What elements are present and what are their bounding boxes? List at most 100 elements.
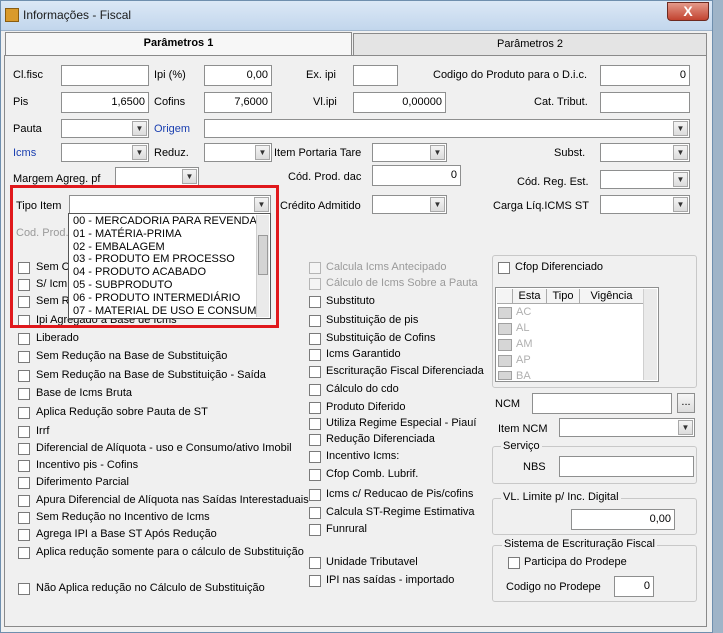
pis-label: Pis	[13, 96, 29, 108]
checkbox[interactable]	[309, 557, 321, 569]
checkbox[interactable]	[18, 333, 30, 345]
grid-corner	[497, 289, 513, 304]
checkbox[interactable]	[18, 407, 30, 419]
checkbox[interactable]	[18, 443, 30, 455]
codregest-label: Cód. Reg. Est.	[517, 176, 589, 188]
row-selector[interactable]	[498, 339, 512, 351]
grid-cell-state[interactable]: BA	[516, 370, 531, 382]
pis-input[interactable]: 1,6500	[61, 92, 149, 113]
checkbox[interactable]	[309, 384, 321, 396]
ipi-input[interactable]: 0,00	[204, 65, 272, 86]
checkbox[interactable]	[309, 507, 321, 519]
cattribut-input[interactable]	[600, 92, 690, 113]
nbs-input[interactable]	[559, 456, 694, 477]
ncm-label: NCM	[495, 398, 521, 410]
vlipi-input[interactable]: 0,00000	[353, 92, 446, 113]
grid-cell-state[interactable]: AP	[516, 354, 531, 366]
checkbox[interactable]	[309, 315, 321, 327]
margem-select[interactable]: ▼	[115, 167, 199, 186]
codigo-prodepe-label: Codigo no Prodepe	[506, 581, 601, 593]
checkbox-label: Icms Garantido	[326, 348, 401, 360]
checkbox[interactable]	[309, 434, 321, 446]
checkbox[interactable]	[309, 333, 321, 345]
ncm-input[interactable]	[532, 393, 672, 414]
prodepe-label: Participa do Prodepe	[524, 556, 627, 568]
cfop-checkbox[interactable]	[498, 262, 510, 274]
checkbox[interactable]	[309, 418, 321, 430]
codprod-dic-input[interactable]: 0	[600, 65, 690, 86]
pauta-select[interactable]: ▼	[61, 119, 149, 138]
credito-select[interactable]: ▼	[372, 195, 447, 214]
app-icon	[5, 8, 19, 22]
checkbox[interactable]	[18, 370, 30, 382]
checkbox-label: Escrituração Fiscal Diferenciada	[326, 365, 484, 377]
checkbox	[309, 278, 321, 290]
ncm-browse-button[interactable]: ...	[677, 393, 695, 413]
tab-parametros-1[interactable]: Parâmetros 1	[5, 32, 352, 56]
subst-select[interactable]: ▼	[600, 143, 690, 162]
checkbox[interactable]	[18, 583, 30, 595]
exipi-label: Ex. ipi	[306, 69, 336, 81]
cargaliq-select[interactable]: ▼	[600, 195, 690, 214]
checkbox[interactable]	[18, 495, 30, 507]
checkbox[interactable]	[18, 547, 30, 559]
checkbox[interactable]	[18, 512, 30, 524]
origem-select[interactable]: ▼	[204, 119, 690, 138]
origem-label[interactable]: Origem	[154, 123, 190, 135]
checkbox[interactable]	[18, 460, 30, 472]
exipi-input[interactable]	[353, 65, 398, 86]
checkbox[interactable]	[18, 529, 30, 541]
clfisc-input[interactable]	[61, 65, 149, 86]
close-button[interactable]: X	[667, 2, 709, 21]
codregest-select[interactable]: ▼	[600, 170, 690, 189]
checkbox-label: Liberado	[36, 332, 79, 344]
cofins-input[interactable]: 7,6000	[204, 92, 272, 113]
itemncm-select[interactable]: ▼	[559, 418, 695, 437]
row-selector[interactable]	[498, 371, 512, 380]
codproddac-label: Cód. Prod. dac	[288, 171, 362, 183]
checkbox[interactable]	[309, 366, 321, 378]
checkbox	[309, 262, 321, 274]
checkbox[interactable]	[18, 426, 30, 438]
checkbox[interactable]	[309, 296, 321, 308]
row-selector[interactable]	[498, 307, 512, 319]
grid-header-tipo[interactable]: Tipo	[547, 289, 580, 304]
checkbox[interactable]	[18, 351, 30, 363]
grid-cell-state[interactable]: AL	[516, 322, 529, 334]
checkbox[interactable]	[309, 575, 321, 587]
checkbox-label: Aplica Redução sobre Pauta de ST	[36, 406, 208, 418]
grid-header-esta[interactable]: Esta	[513, 289, 547, 304]
grid-cell-state[interactable]: AC	[516, 306, 531, 318]
icms-select[interactable]: ▼	[61, 143, 149, 162]
icms-label[interactable]: Icms	[13, 147, 36, 159]
grid-header-vigencia[interactable]: Vigência	[580, 289, 644, 304]
checkbox[interactable]	[18, 477, 30, 489]
vlimite-title: VL. Limite p/ Inc. Digital	[501, 491, 621, 503]
checkbox-label: Irrf	[36, 425, 50, 437]
checkbox[interactable]	[309, 402, 321, 414]
item-portaria-select[interactable]: ▼	[372, 143, 447, 162]
vlimite-input[interactable]: 0,00	[571, 509, 675, 530]
checkbox-label: Aplica redução somente para o cálculo de…	[36, 546, 304, 558]
reduz-select[interactable]: ▼	[204, 143, 272, 162]
tab-parametros-2[interactable]: Parâmetros 2	[353, 33, 707, 55]
checkbox[interactable]	[309, 524, 321, 536]
row-selector[interactable]	[498, 355, 512, 367]
row-selector[interactable]	[498, 323, 512, 335]
checkbox-label: Cálculo do cdo	[326, 383, 399, 395]
subst-label: Subst.	[554, 147, 586, 159]
checkbox-label: Produto Diferido	[326, 401, 406, 413]
checkbox[interactable]	[18, 388, 30, 400]
checkbox[interactable]	[309, 469, 321, 481]
checkbox-label: Icms c/ Reducao de Pis/cofins	[326, 488, 474, 500]
grid-scrollbar[interactable]	[643, 289, 657, 380]
grid-cell-state[interactable]: AM	[516, 338, 533, 350]
checkbox[interactable]	[309, 349, 321, 361]
cfop-grid[interactable]: Esta Tipo Vigência AC AL AM AP BA	[495, 287, 659, 382]
checkbox[interactable]	[309, 451, 321, 463]
prodepe-checkbox[interactable]	[508, 557, 520, 569]
codigo-prodepe-input[interactable]: 0	[614, 576, 654, 597]
checkbox[interactable]	[309, 489, 321, 501]
codproddac-input[interactable]: 0	[372, 165, 461, 186]
fiscal-window: Informações - Fiscal X Parâmetros 1 Parâ…	[0, 0, 713, 633]
